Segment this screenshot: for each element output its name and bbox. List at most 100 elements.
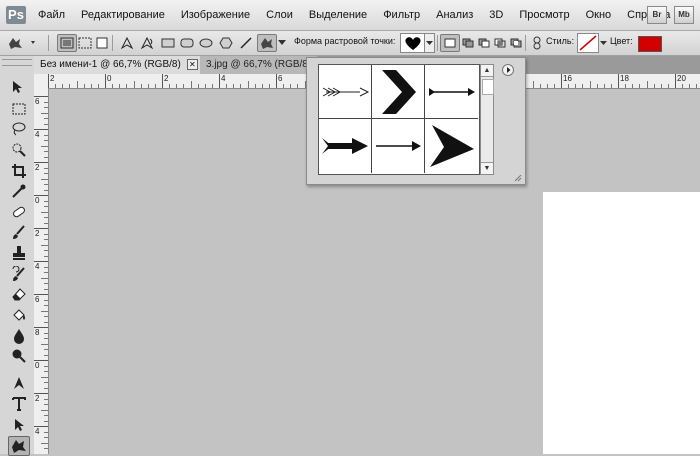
lasso-tool[interactable] — [9, 120, 29, 138]
chevron-down-icon — [426, 40, 433, 45]
separator — [48, 35, 49, 51]
polygon-tool-button[interactable] — [216, 34, 236, 52]
ruler-minor-tick — [197, 84, 199, 88]
ruler-label: 2 — [35, 394, 40, 403]
clone-stamp-tool[interactable] — [9, 244, 29, 262]
freeform-pen-button[interactable] — [137, 34, 157, 52]
ruler-major-tick — [675, 74, 676, 88]
shape-cell[interactable] — [372, 65, 425, 119]
resize-grip-icon[interactable] — [514, 175, 522, 182]
ruler-minor-tick — [133, 81, 135, 88]
ruler-minor-tick — [126, 84, 128, 88]
tab-document-inactive[interactable]: 3.jpg @ 66,7% (RGB/8) — [200, 56, 318, 74]
menu-3d[interactable]: 3D — [481, 9, 511, 21]
mini-bridge-button[interactable]: Mb — [674, 6, 694, 24]
rounded-rectangle-button[interactable] — [177, 34, 197, 52]
shape-picker-scrollbar[interactable]: ▲ ▼ — [480, 64, 494, 175]
eraser-tool[interactable] — [9, 285, 29, 303]
move-tool[interactable] — [9, 78, 29, 96]
menu-file[interactable]: Файл — [30, 9, 73, 21]
ellipse-tool-button[interactable] — [196, 34, 216, 52]
ruler-label: 4 — [35, 427, 40, 436]
ruler-minor-tick — [41, 112, 48, 114]
custom-shape-tool[interactable] — [8, 436, 30, 456]
ruler-label: 6 — [35, 97, 40, 106]
healing-brush-tool[interactable] — [9, 203, 29, 221]
type-tool[interactable] — [9, 395, 29, 413]
bridge-button[interactable]: Br — [647, 6, 667, 24]
ruler-minor-tick — [44, 299, 48, 301]
tab-document-active[interactable]: Без имени-1 @ 66,7% (RGB/8) ✕ — [34, 56, 205, 74]
shape-cell[interactable] — [372, 119, 425, 173]
shape-cell[interactable] — [425, 119, 478, 173]
shape-cell[interactable] — [319, 65, 372, 119]
ruler-minor-tick — [140, 84, 142, 88]
style-dropdown[interactable] — [599, 34, 607, 52]
brush-tool[interactable] — [9, 223, 29, 241]
color-label: Цвет: — [610, 36, 633, 46]
crop-tool[interactable] — [9, 162, 29, 180]
scroll-thumb[interactable] — [482, 79, 494, 95]
create-new-shape-layer-button[interactable] — [440, 34, 460, 52]
menu-window[interactable]: Окно — [578, 9, 620, 21]
pen-tool[interactable] — [9, 374, 29, 392]
menu-edit[interactable]: Редактирование — [73, 9, 173, 21]
ruler-minor-tick — [83, 84, 85, 88]
style-swatch[interactable] — [577, 33, 599, 53]
geometry-options-dropdown[interactable] — [277, 34, 287, 52]
eyedropper-tool[interactable] — [9, 182, 29, 200]
exclude-overlapping-button[interactable] — [506, 34, 526, 52]
document-canvas[interactable] — [543, 192, 700, 454]
shape-picker-swatch[interactable] — [400, 33, 426, 53]
ruler-minor-tick — [233, 84, 235, 88]
panel-grip[interactable] — [2, 59, 32, 66]
fill-pixels-mode-button[interactable] — [92, 34, 112, 52]
ruler-minor-tick — [44, 431, 48, 433]
picker-menu-button[interactable] — [502, 64, 514, 76]
marquee-tool[interactable] — [9, 100, 29, 118]
ruler-minor-tick — [183, 84, 185, 88]
ruler-minor-tick — [41, 178, 48, 180]
chevron-arrow-icon — [382, 69, 416, 114]
paint-bucket-tool[interactable] — [9, 306, 29, 324]
ruler-minor-tick — [44, 266, 48, 268]
menu-select[interactable]: Выделение — [301, 9, 375, 21]
color-swatch[interactable] — [638, 36, 662, 52]
menu-bar: Ps Файл Редактирование Изображение Слои … — [0, 0, 700, 31]
ruler-minor-tick — [44, 321, 48, 323]
ruler-minor-tick — [226, 84, 228, 88]
ruler-label: 0 — [35, 361, 40, 370]
menu-analysis[interactable]: Анализ — [428, 9, 481, 21]
ruler-minor-tick — [44, 101, 48, 103]
ruler-major-tick — [219, 74, 220, 88]
menu-filter[interactable]: Фильтр — [375, 9, 428, 21]
blur-tool[interactable] — [9, 327, 29, 345]
tool-preset-picker[interactable] — [4, 34, 40, 52]
dodge-tool[interactable] — [9, 347, 29, 365]
rectangle-tool-button[interactable] — [158, 34, 178, 52]
menu-image[interactable]: Изображение — [173, 9, 258, 21]
scroll-down-icon[interactable]: ▼ — [481, 162, 493, 174]
pen-tool-button[interactable] — [117, 34, 137, 52]
scroll-up-icon[interactable]: ▲ — [481, 65, 493, 77]
shape-layers-mode-button[interactable] — [57, 34, 77, 52]
close-icon[interactable]: ✕ — [186, 58, 198, 70]
ruler-minor-tick — [44, 217, 48, 218]
custom-shape-button[interactable] — [257, 34, 277, 52]
link-layer-style-button[interactable] — [530, 34, 544, 52]
ruler-minor-tick — [696, 84, 698, 88]
vertical-ruler[interactable]: 6 4 2 0 2 4 6 8 0 2 4 — [34, 88, 49, 454]
path-selection-tool[interactable] — [9, 416, 29, 434]
history-brush-tool[interactable] — [9, 265, 29, 283]
ruler-minor-tick — [44, 250, 48, 251]
menu-layers[interactable]: Слои — [258, 9, 301, 21]
line-tool-button[interactable] — [236, 34, 256, 52]
ruler-label: 4 — [221, 74, 226, 83]
menu-view[interactable]: Просмотр — [511, 9, 577, 21]
rounded-rectangle-icon — [180, 38, 194, 48]
pen-icon — [120, 36, 134, 50]
shape-picker-dropdown[interactable] — [424, 33, 435, 53]
quick-selection-tool[interactable] — [9, 141, 29, 159]
shape-cell[interactable] — [319, 119, 372, 173]
shape-cell[interactable] — [425, 65, 478, 119]
